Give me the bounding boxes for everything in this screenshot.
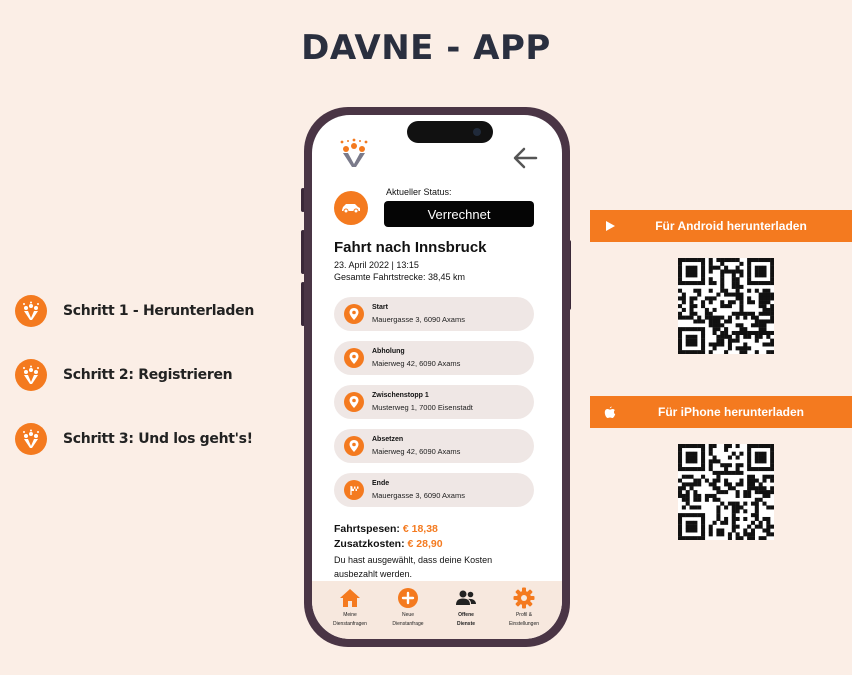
stop-item-absetzen[interactable]: Absetzen Maierweg 42, 6090 Axams xyxy=(334,429,534,463)
home-icon xyxy=(339,587,361,609)
tab-label-line1: Profil & xyxy=(515,612,533,618)
gear-icon xyxy=(513,587,535,609)
tab-profil-einstellungen[interactable]: Profil & Einstellungen xyxy=(499,587,549,627)
stop-item-zwischenstopp[interactable]: Zwischenstopp 1 Musterweg 1, 7000 Eisens… xyxy=(334,385,534,419)
davne-logo-icon xyxy=(334,137,374,174)
people-icon xyxy=(455,587,477,609)
pin-icon xyxy=(344,304,364,324)
zusatzkosten-value: € 28,90 xyxy=(407,538,443,550)
stop-item-start[interactable]: Start Mauergasse 3, 6090 Axams xyxy=(334,297,534,331)
steps-list: Schritt 1 - Herunterladen Schritt 2: Reg… xyxy=(15,295,254,487)
step-label: Schritt 3: Und los geht's! xyxy=(63,431,253,447)
davne-logo-icon xyxy=(15,295,47,327)
stop-address: Mauergasse 3, 6090 Axams xyxy=(372,315,465,324)
stop-name: Abholung xyxy=(372,348,405,355)
dynamic-island xyxy=(407,121,493,143)
step-item: Schritt 1 - Herunterladen xyxy=(15,295,254,327)
pin-icon xyxy=(344,392,364,412)
davne-logo-icon xyxy=(15,359,47,391)
stop-name: Start xyxy=(372,304,388,311)
phone-frame: Aktueller Status: Verrechnet Fahrt nach … xyxy=(304,107,570,647)
play-store-icon xyxy=(590,220,630,232)
tab-label-line2: Einstellungen xyxy=(508,621,540,627)
android-download-label: Für Android herunterladen xyxy=(655,219,807,233)
iphone-qr-code xyxy=(678,444,775,541)
davne-logo-icon xyxy=(15,423,47,455)
car-icon xyxy=(334,191,368,225)
tab-neue-dienstanfrage[interactable]: Neue Dienstanfrage xyxy=(383,587,433,627)
stop-name: Absetzen xyxy=(372,436,404,443)
stop-name: Zwischenstopp 1 xyxy=(372,392,429,399)
apple-icon xyxy=(590,406,630,419)
phone-screen: Aktueller Status: Verrechnet Fahrt nach … xyxy=(312,115,562,639)
trip-distance: Gesamte Fahrtstrecke: 38,45 km xyxy=(334,272,466,282)
trip-title: Fahrt nach Innsbruck xyxy=(334,239,487,256)
iphone-download-button[interactable]: Für iPhone herunterladen xyxy=(590,396,852,428)
tab-label-line2: Dienstanfrage xyxy=(392,621,424,627)
page-title: DAVNE - APP xyxy=(301,28,551,68)
status-caption: Aktueller Status: xyxy=(386,187,452,197)
status-badge: Verrechnet xyxy=(384,201,534,227)
stop-item-abholung[interactable]: Abholung Maierweg 42, 6090 Axams xyxy=(334,341,534,375)
plus-icon xyxy=(397,587,419,609)
fahrtspesen-label: Fahrtspesen: xyxy=(334,523,400,535)
pin-icon xyxy=(344,348,364,368)
android-download-button[interactable]: Für Android herunterladen xyxy=(590,210,852,242)
trip-date: 23. April 2022 | 13:15 xyxy=(334,260,419,270)
bottom-tab-bar: Meine Dienstanfragen Neue Dienstanfrage … xyxy=(312,581,562,639)
page: DAVNE - APP Schritt 1 - Herunterladen Sc… xyxy=(0,0,852,675)
flag-icon xyxy=(344,480,364,500)
stop-item-ende[interactable]: Ende Mauergasse 3, 6090 Axams xyxy=(334,473,534,507)
zusatzkosten-row: Zusatzkosten: € 28,90 xyxy=(334,538,443,550)
fahrtspesen-value: € 18,38 xyxy=(402,523,438,535)
stop-name: Ende xyxy=(372,480,390,487)
tab-meine-dienstanfragen[interactable]: Meine Dienstanfragen xyxy=(325,587,375,627)
stop-address: Maierweg 42, 6090 Axams xyxy=(372,447,461,456)
stop-address: Mauergasse 3, 6090 Axams xyxy=(372,491,465,500)
back-arrow-icon[interactable] xyxy=(512,145,538,171)
step-item: Schritt 2: Registrieren xyxy=(15,359,254,391)
tab-label-line1: Offene xyxy=(458,612,474,618)
pin-icon xyxy=(344,436,364,456)
payout-note: Du hast ausgewählt, dass deine Kosten au… xyxy=(334,555,493,579)
step-label: Schritt 2: Registrieren xyxy=(63,367,233,383)
tab-label-line1: Neue xyxy=(402,612,414,618)
fahrtspesen-row: Fahrtspesen: € 18,38 xyxy=(334,523,438,535)
step-label: Schritt 1 - Herunterladen xyxy=(63,303,254,319)
zusatzkosten-label: Zusatzkosten: xyxy=(334,538,405,550)
tab-label-line1: Meine xyxy=(343,612,357,618)
stop-address: Musterweg 1, 7000 Eisenstadt xyxy=(372,403,473,412)
iphone-download-label: Für iPhone herunterladen xyxy=(657,405,804,419)
tab-offene-dienste[interactable]: Offene Dienste xyxy=(441,587,491,627)
tab-label-line2: Dienstanfragen xyxy=(333,621,367,627)
stop-address: Maierweg 42, 6090 Axams xyxy=(372,359,461,368)
tab-label-line2: Dienste xyxy=(456,621,476,627)
step-item: Schritt 3: Und los geht's! xyxy=(15,423,254,455)
camera-icon xyxy=(473,128,481,136)
android-qr-code xyxy=(678,258,775,355)
